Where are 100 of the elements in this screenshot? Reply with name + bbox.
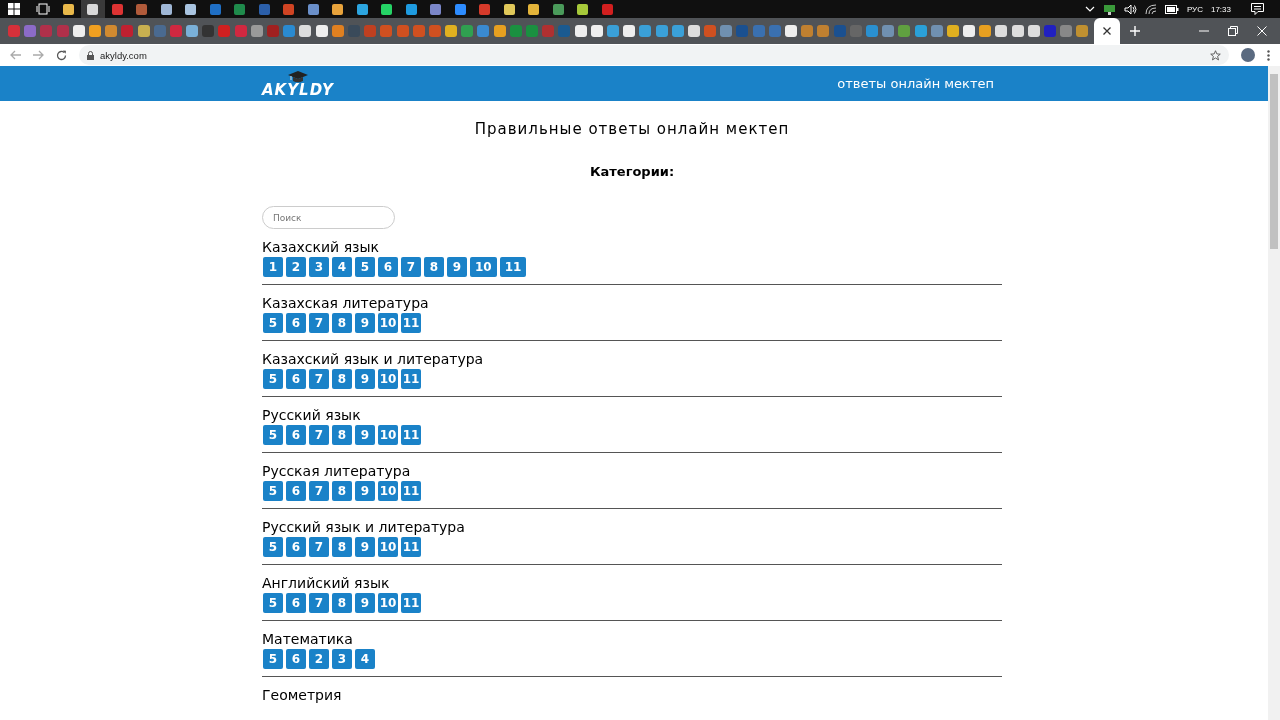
scrollbar[interactable] bbox=[1268, 66, 1280, 720]
grade-button[interactable]: 11 bbox=[401, 425, 421, 445]
grade-button[interactable]: 6 bbox=[378, 257, 398, 277]
favicon-icon[interactable] bbox=[331, 25, 344, 37]
app-icon[interactable] bbox=[430, 3, 442, 15]
grade-button[interactable]: 5 bbox=[355, 257, 375, 277]
grade-button[interactable]: 8 bbox=[332, 593, 352, 613]
grade-button[interactable]: 10 bbox=[470, 257, 497, 277]
favicon-icon[interactable] bbox=[963, 25, 976, 37]
favicon-icon[interactable] bbox=[299, 25, 312, 37]
grade-button[interactable]: 7 bbox=[309, 593, 329, 613]
grade-button[interactable]: 9 bbox=[355, 313, 375, 333]
grade-button[interactable]: 10 bbox=[378, 369, 398, 389]
grade-button[interactable]: 8 bbox=[332, 369, 352, 389]
favicon-icon[interactable] bbox=[493, 25, 506, 37]
favicon-icon[interactable] bbox=[639, 25, 652, 37]
notification-icon[interactable] bbox=[1251, 3, 1264, 15]
star-icon[interactable] bbox=[1210, 49, 1221, 61]
favicon-icon[interactable] bbox=[574, 25, 587, 37]
grade-button[interactable]: 10 bbox=[378, 481, 398, 501]
grade-button[interactable]: 9 bbox=[355, 425, 375, 445]
grade-button[interactable]: 11 bbox=[401, 537, 421, 557]
grade-button[interactable]: 9 bbox=[355, 369, 375, 389]
favicon-icon[interactable] bbox=[785, 25, 797, 37]
volume-icon[interactable] bbox=[1123, 3, 1137, 15]
favicon-icon[interactable] bbox=[655, 25, 668, 37]
app-icon[interactable] bbox=[307, 3, 319, 15]
grade-button[interactable]: 4 bbox=[355, 649, 375, 669]
plus-icon[interactable] bbox=[1130, 26, 1141, 36]
grade-button[interactable]: 8 bbox=[332, 425, 352, 445]
favicon-icon[interactable] bbox=[979, 25, 992, 37]
grade-button[interactable]: 7 bbox=[309, 369, 329, 389]
favicon-icon[interactable] bbox=[671, 25, 684, 37]
favicon-icon[interactable] bbox=[687, 25, 700, 37]
grade-button[interactable]: 9 bbox=[355, 593, 375, 613]
active-tab[interactable] bbox=[1094, 18, 1121, 44]
grade-button[interactable]: 5 bbox=[263, 593, 283, 613]
favicon-icon[interactable] bbox=[72, 25, 85, 37]
app-icon[interactable] bbox=[528, 3, 540, 15]
grade-button[interactable]: 7 bbox=[309, 537, 329, 557]
favicon-icon[interactable] bbox=[623, 25, 636, 37]
network-icon[interactable] bbox=[1102, 3, 1116, 15]
grade-button[interactable]: 11 bbox=[499, 257, 527, 277]
favicon-icon[interactable] bbox=[105, 25, 118, 37]
grade-button[interactable]: 3 bbox=[332, 649, 352, 669]
favicon-icon[interactable] bbox=[315, 25, 328, 37]
grade-button[interactable]: 9 bbox=[355, 537, 375, 557]
grade-button[interactable]: 2 bbox=[309, 649, 329, 669]
favicon-icon[interactable] bbox=[250, 25, 263, 37]
grade-button[interactable]: 6 bbox=[286, 481, 306, 501]
favicon-icon[interactable] bbox=[995, 25, 1008, 37]
scrollbar-thumb[interactable] bbox=[1270, 74, 1278, 249]
grade-button[interactable]: 8 bbox=[424, 257, 444, 277]
grade-button[interactable]: 8 bbox=[332, 313, 352, 333]
grade-button[interactable]: 11 bbox=[401, 593, 421, 613]
grade-button[interactable]: 10 bbox=[378, 537, 398, 557]
app-icon[interactable] bbox=[160, 3, 172, 15]
favicon-icon[interactable] bbox=[946, 25, 959, 37]
grade-button[interactable]: 7 bbox=[309, 481, 329, 501]
grade-button[interactable]: 11 bbox=[401, 313, 421, 333]
close-icon[interactable] bbox=[1103, 27, 1112, 35]
grade-button[interactable]: 10 bbox=[378, 425, 398, 445]
nav-link[interactable]: ответы онлайн мектеп bbox=[837, 76, 994, 91]
app-icon[interactable] bbox=[62, 3, 74, 15]
grade-button[interactable]: 2 bbox=[286, 257, 306, 277]
wifi-icon[interactable] bbox=[1144, 3, 1157, 15]
grade-button[interactable]: 3 bbox=[309, 257, 329, 277]
app-icon[interactable] bbox=[454, 3, 466, 15]
clock[interactable]: 17:33 bbox=[1210, 4, 1231, 14]
back-arrow-icon[interactable] bbox=[10, 50, 21, 60]
grade-button[interactable]: 1 bbox=[263, 257, 283, 277]
task-view-icon[interactable] bbox=[36, 3, 50, 15]
app-icon[interactable] bbox=[356, 3, 368, 15]
grade-button[interactable]: 10 bbox=[378, 313, 398, 333]
url-field[interactable]: akyldy.com bbox=[79, 45, 1229, 65]
grade-button[interactable]: 8 bbox=[332, 481, 352, 501]
favicon-icon[interactable] bbox=[1027, 25, 1040, 37]
grade-button[interactable]: 5 bbox=[263, 369, 283, 389]
grade-button[interactable]: 11 bbox=[401, 481, 421, 501]
grade-button[interactable]: 9 bbox=[447, 257, 467, 277]
grade-button[interactable]: 5 bbox=[263, 425, 283, 445]
search-field[interactable]: Поиск bbox=[262, 206, 395, 229]
favicon-icon[interactable] bbox=[1011, 25, 1024, 37]
forward-arrow-icon[interactable] bbox=[33, 50, 44, 60]
grade-button[interactable]: 10 bbox=[378, 593, 398, 613]
grade-button[interactable]: 7 bbox=[401, 257, 421, 277]
favicon-icon[interactable] bbox=[445, 25, 458, 37]
app-icon[interactable] bbox=[405, 3, 417, 15]
grade-button[interactable]: 6 bbox=[286, 593, 306, 613]
grade-button[interactable]: 6 bbox=[286, 313, 306, 333]
favicon-icon[interactable] bbox=[186, 25, 199, 37]
grade-button[interactable]: 5 bbox=[263, 313, 283, 333]
favicon-icon[interactable] bbox=[590, 25, 603, 37]
windows-logo-icon[interactable] bbox=[8, 3, 20, 15]
grade-button[interactable]: 6 bbox=[286, 537, 306, 557]
grade-button[interactable]: 6 bbox=[286, 425, 306, 445]
grade-button[interactable]: 8 bbox=[332, 537, 352, 557]
app-icon[interactable] bbox=[87, 3, 99, 15]
grade-button[interactable]: 4 bbox=[332, 257, 352, 277]
menu-dots-icon[interactable] bbox=[1267, 49, 1270, 61]
